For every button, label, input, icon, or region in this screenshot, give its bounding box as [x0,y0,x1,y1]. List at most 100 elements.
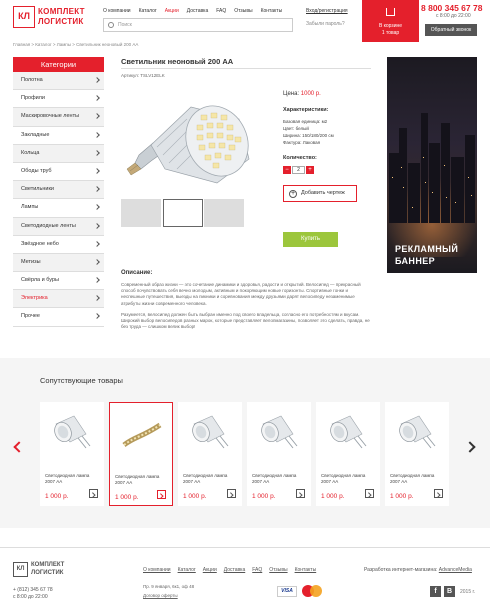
sidebar-item[interactable]: Профили [13,90,104,109]
search-input[interactable]: Поиск [103,18,293,32]
footer-logo[interactable]: КЛ КОМПЛЕКТ ЛОГИСТИК [13,560,73,580]
related-product-card[interactable]: Светодиодная лампа 2007 АА 1 000 р. [385,402,449,506]
vk-icon[interactable]: В [444,586,455,597]
sidebar-item[interactable]: Электрика [13,290,104,309]
sidebar-item-label: Свёрла и буры [21,277,59,284]
sidebar-item[interactable]: Маскировочные ленты [13,108,104,127]
price-label: Цена: [283,91,300,97]
top-nav-item[interactable]: Каталог [139,8,157,14]
sidebar-item-label: Звёздное небо [21,240,59,247]
related-product-card[interactable]: Светодиодная лампа 2007 АА 1 000 р. [109,402,173,506]
sidebar-item[interactable]: Светодиодные ленты [13,217,104,236]
top-nav-item[interactable]: Отзывы [234,8,252,14]
thumbnail-2[interactable] [163,199,203,227]
related-product-image[interactable] [397,410,437,455]
related-product-name[interactable]: Светодиодная лампа 2007 АА [115,474,170,486]
quantity-plus-button[interactable]: + [306,166,314,174]
logo-line1: КОМПЛЕКТ [38,7,85,16]
product-title: Светильник неоновый 200 АА [121,57,234,66]
mastercard-icon [302,585,322,598]
buy-button[interactable]: Купить [283,232,338,247]
footer-nav-item[interactable]: Доставка [224,567,245,573]
chevron-right-icon[interactable] [296,489,305,498]
sidebar-item[interactable]: Свёрла и буры [13,272,104,291]
footer-nav-item[interactable]: Каталог [178,567,196,573]
sidebar-item-label: Маскировочные ленты [21,113,80,120]
related-product-name[interactable]: Светодиодная лампа 2007 АА [183,473,238,485]
related-product-name[interactable]: Светодиодная лампа 2007 АА [390,473,445,485]
forgot-password-link[interactable]: Забыли пароль? [306,21,345,27]
sidebar-item[interactable]: Полотна [13,72,104,91]
quantity-input[interactable]: 2 [292,166,305,174]
facebook-icon[interactable]: f [430,586,441,597]
sidebar-item[interactable]: Закладные [13,126,104,145]
visa-logo: VISA [277,586,297,597]
related-product-name[interactable]: Светодиодная лампа 2007 АА [45,473,100,485]
top-nav-item[interactable]: Контакты [261,8,283,14]
ad-banner[interactable]: РЕКЛАМНЫЙ БАННЕР [387,57,477,273]
sidebar-item[interactable]: Светильники [13,181,104,200]
callback-button[interactable]: Обратный звонок [425,24,477,36]
login-link[interactable]: Вход/регистрация [306,8,348,14]
chevron-right-icon[interactable] [89,489,98,498]
chevron-right-icon [94,168,100,174]
chevron-right-icon [94,259,100,265]
chevron-right-icon[interactable] [157,490,166,499]
developer-prefix: Разработка интернет-магазина: [364,567,439,573]
sidebar-item[interactable]: Лампы [13,199,104,218]
site-logo[interactable]: КЛ КОМПЛЕКТ ЛОГИСТИК [13,4,91,34]
related-product-card[interactable]: Светодиодная лампа 2007 АА 1 000 р. [247,402,311,506]
offer-link[interactable]: Договор оферты [143,593,178,598]
sidebar-item[interactable]: Звёздное небо [13,235,104,254]
related-product-price: 1 000 р. [252,493,276,500]
related-product-image[interactable] [259,410,299,455]
footer-nav-item[interactable]: О компании [143,567,171,573]
related-product-image[interactable] [52,410,92,455]
spec-texture: Фактура: Лаковая [283,140,321,145]
footer-divider [0,547,490,548]
cart-button[interactable]: В корзине 1 товар [362,0,419,42]
product-article: Артикул: TSLV12ELK [121,73,165,78]
product-image[interactable] [121,85,271,197]
chevron-right-icon [94,95,100,102]
related-product-image[interactable] [122,411,162,456]
related-product-image[interactable] [328,410,368,455]
plus-circle-icon: + [289,190,297,198]
related-product-name[interactable]: Светодиодная лампа 2007 АА [321,473,376,485]
top-nav-item[interactable]: О компании [103,8,131,14]
related-product-card[interactable]: Светодиодная лампа 2007 АА 1 000 р. [178,402,242,506]
top-nav-item[interactable]: Доставка [187,8,208,14]
sidebar-item[interactable]: Метизы [13,253,104,273]
footer-logo-line2: ЛОГИСТИК [31,570,64,576]
quantity-minus-button[interactable]: − [283,166,291,174]
related-product-image[interactable] [190,410,230,455]
chevron-right-icon[interactable] [227,489,236,498]
chevron-right-icon[interactable] [365,489,374,498]
top-nav-item[interactable]: Акции [165,8,179,14]
sidebar-item-label: Светильники [21,186,54,193]
price-value: 1000 р. [300,91,321,97]
sidebar-item[interactable]: Прочее [13,308,104,327]
footer-nav-item[interactable]: Контакты [295,567,317,573]
search-placeholder: Поиск [118,22,132,28]
logo-line2: ЛОГИСТИК [38,17,84,26]
top-nav-item[interactable]: FAQ [216,8,226,14]
breadcrumb[interactable]: Главная > Каталог > Лампы > Светильник н… [13,42,138,47]
sidebar-item-label: Закладные [21,131,50,138]
related-product-card[interactable]: Светодиодная лампа 2007 АА 1 000 р. [316,402,380,506]
footer-nav-item[interactable]: Отзывы [269,567,287,573]
add-drawing-button[interactable]: + Добавить чертеж [283,185,357,202]
chevron-right-icon[interactable] [434,489,443,498]
related-product-name[interactable]: Светодиодная лампа 2007 АА [252,473,307,485]
sidebar-item[interactable]: Ободы труб [13,162,104,182]
cart-count: 1 товар [381,30,400,36]
related-product-card[interactable]: Светодиодная лампа 2007 АА 1 000 р. [40,402,104,506]
sidebar-item[interactable]: Кольца [13,144,104,163]
footer-nav-item[interactable]: FAQ [252,567,262,573]
description-paragraph-2: Разумеется, велосипед должен быть выбран… [121,312,370,330]
developer-link[interactable]: AdvanceMedia [439,567,472,573]
thumbnail-1[interactable] [121,199,161,227]
footer-nav-item[interactable]: Акции [203,567,217,573]
thumbnail-3[interactable] [204,199,244,227]
spec-unit: Базовая единица: м2 [283,119,328,124]
